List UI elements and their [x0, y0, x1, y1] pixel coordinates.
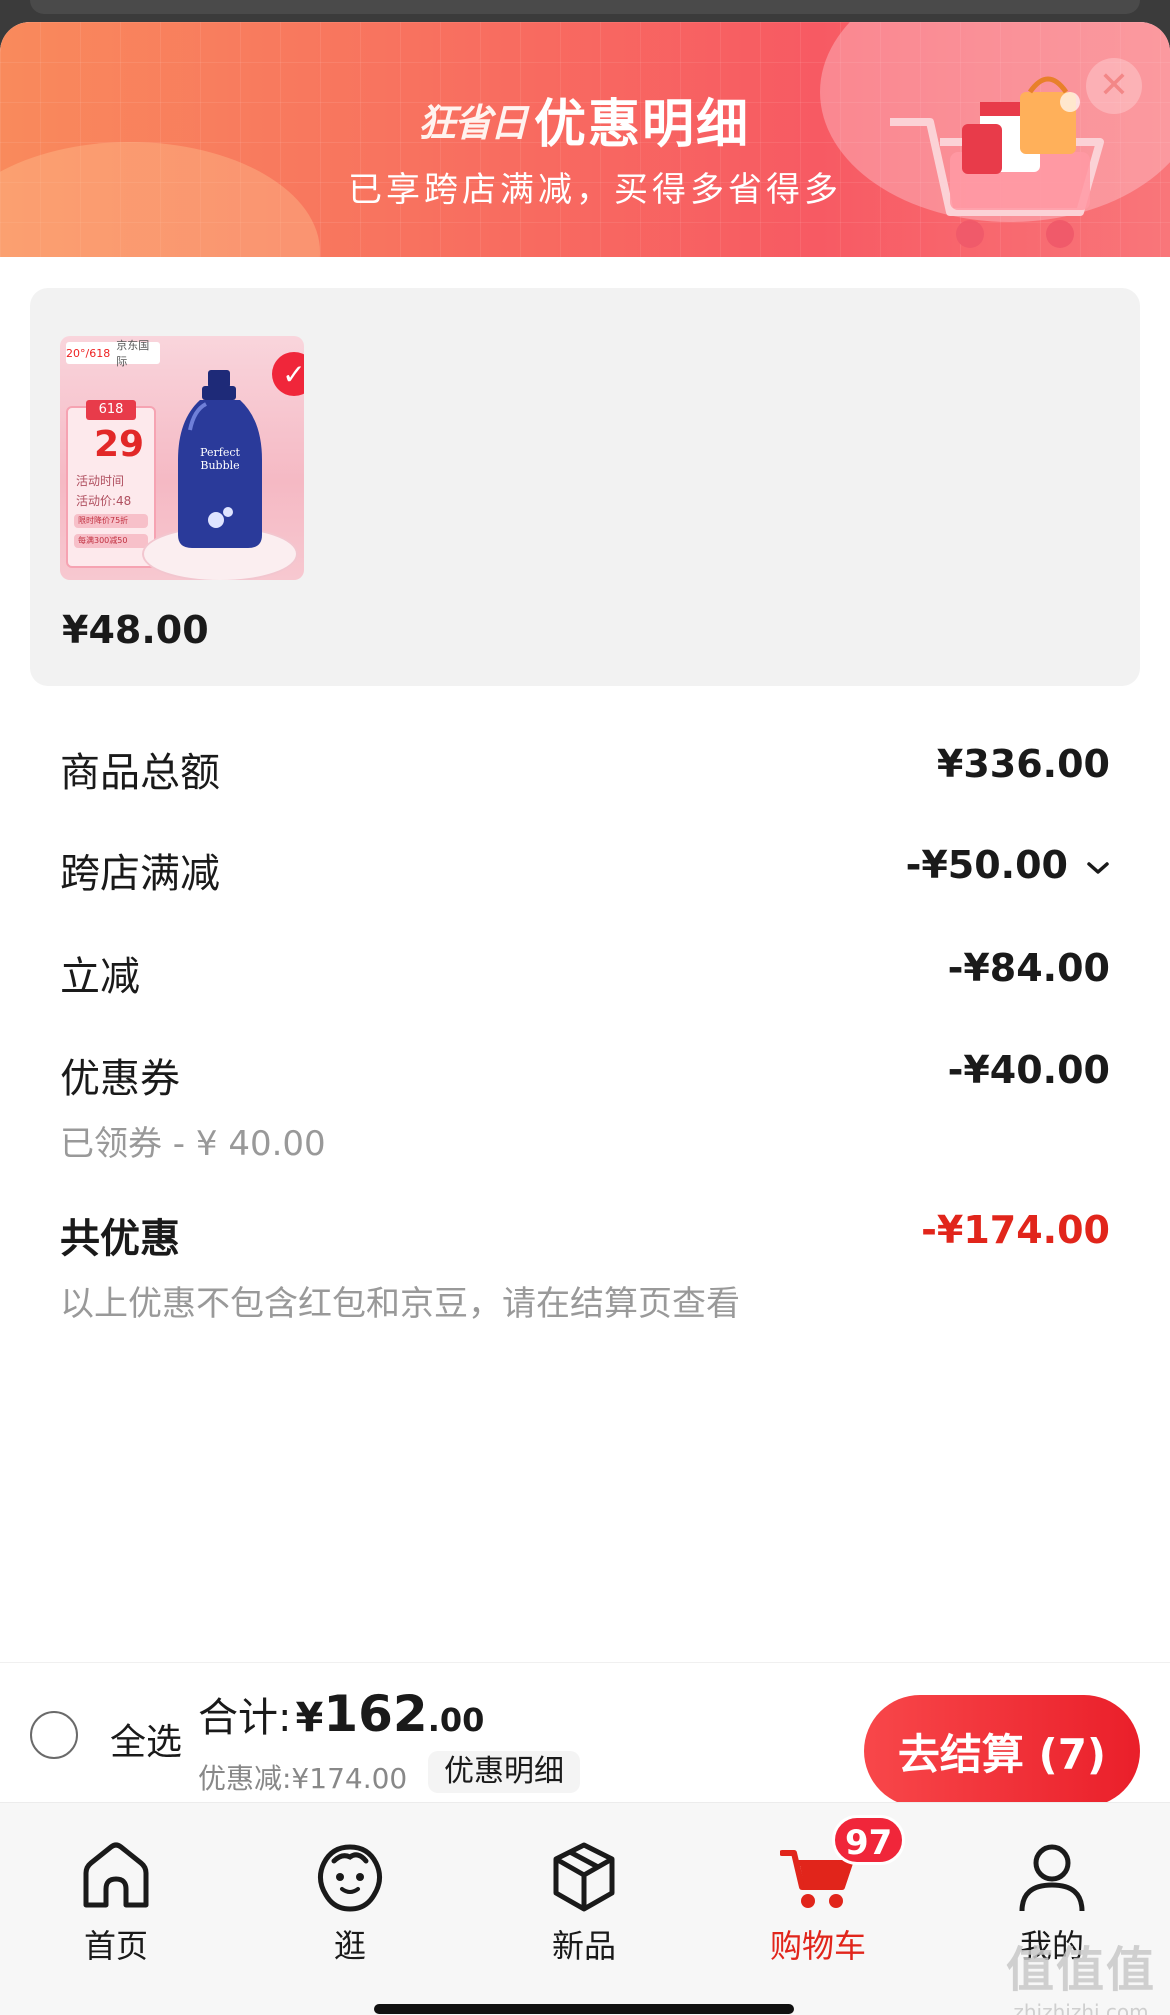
cross-store-label: 跨店满减 [60, 851, 220, 897]
thumbnail-tag: 20°/618 京东国际 [66, 339, 160, 368]
coupon-claimed-text: 已领券 - ¥ 40.00 [60, 1124, 326, 1164]
select-all-radio[interactable] [30, 1711, 78, 1759]
total-amount: 合计: ¥162.00 [198, 1685, 485, 1743]
close-icon: ✕ [1098, 65, 1130, 106]
instant-discount-label: 立减 [60, 954, 140, 1000]
product-price: ¥48.00 [62, 608, 209, 652]
discount-detail-button[interactable]: 优惠明细 [428, 1751, 580, 1793]
bottom-tab-bar: 首页 逛 新品 97 购物车 我的 [0, 1802, 1170, 2015]
cross-store-value-toggle[interactable]: -¥50.00 [906, 843, 1110, 887]
sheet-subtitle: 已享跨店满减，买得多省得多 [348, 170, 842, 210]
product-card[interactable]: 20°/618 京东国际 618 29 活动时间 活动价:48 限时降价75折 每… [30, 288, 1140, 686]
coupon-label: 优惠券 [60, 1056, 180, 1102]
chevron-down-icon [1087, 861, 1109, 874]
total-discount-value: -¥174.00 [921, 1208, 1110, 1252]
bottle-label: Perfect Bubble [200, 446, 240, 472]
box-icon [553, 1842, 615, 1912]
discount-note: 以上优惠不包含红包和京豆，请在结算页查看 [60, 1284, 740, 1324]
header-banner: 狂省日 优惠明细 已享跨店满减，买得多省得多 ✕ [0, 22, 1170, 257]
coupon-value: -¥40.00 [947, 1048, 1110, 1092]
checkout-bar: 全选 合计: ¥162.00 优惠减:¥174.00 优惠明细 去结算 (7) [0, 1662, 1170, 1807]
tab-cart[interactable]: 97 购物车 [728, 1803, 908, 1983]
subtotal-value: ¥336.00 [936, 742, 1110, 786]
select-all-label[interactable]: 全选 [110, 1713, 182, 1765]
product-thumbnail[interactable]: 20°/618 京东国际 618 29 活动时间 活动价:48 限时降价75折 每… [60, 336, 304, 580]
browse-icon [318, 1844, 382, 1912]
discount-detail-sheet: 狂省日 优惠明细 已享跨店满减，买得多省得多 ✕ 20°/618 京东国际 618 [0, 22, 1170, 2015]
tab-home[interactable]: 首页 [26, 1803, 206, 1983]
checkout-button[interactable]: 去结算 (7) [864, 1695, 1140, 1807]
close-button[interactable]: ✕ [1086, 58, 1142, 114]
instant-discount-value: -¥84.00 [947, 946, 1110, 990]
total-discount-label: 共优惠 [60, 1216, 180, 1262]
cart-count-badge: 97 [832, 1815, 906, 1865]
tab-browse[interactable]: 逛 [260, 1803, 440, 1983]
cross-store-value: -¥50.00 [905, 843, 1068, 887]
subtotal-label: 商品总额 [60, 750, 220, 796]
site-watermark: 值值值 zhizhizhi.com [1005, 1942, 1156, 2015]
shopping-cart-illustration [890, 76, 1104, 248]
sheet-title: 优惠明细 [534, 95, 751, 155]
tab-new[interactable]: 新品 [494, 1803, 674, 1983]
home-indicator[interactable] [374, 2004, 794, 2014]
discount-amount: 优惠减:¥174.00 [198, 1762, 408, 1795]
selected-check-icon[interactable]: ✓ [272, 352, 304, 396]
user-icon [1019, 1844, 1085, 1912]
brand-logo: 狂省日 [418, 101, 528, 145]
home-icon [83, 1842, 149, 1908]
promo-panel: 618 29 活动时间 活动价:48 限时降价75折 每满300减50 [66, 400, 156, 568]
